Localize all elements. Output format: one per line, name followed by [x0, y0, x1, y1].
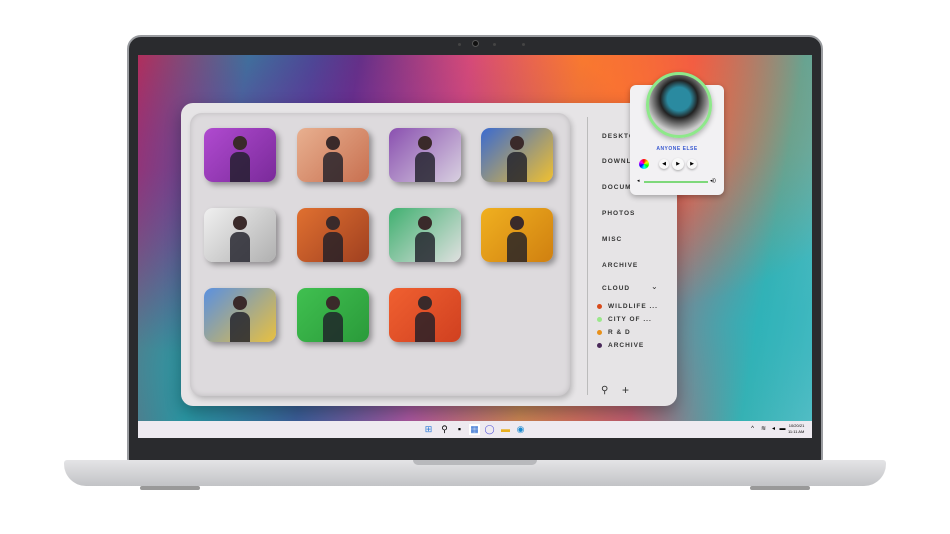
person-head: [325, 216, 340, 231]
photo-thumbnail[interactable]: [389, 128, 461, 182]
chevron-up-icon[interactable]: ^: [747, 424, 758, 435]
webcam: [472, 40, 479, 47]
person-head: [417, 296, 432, 311]
person-body: [229, 232, 250, 262]
start-icon[interactable]: ⊞: [423, 424, 434, 435]
cloud-folder-label: WILDLIFE ...: [608, 303, 658, 310]
sensor-dot: [493, 43, 496, 46]
screen: DESKTOP DOWNLOADS DOCUMENTS PHOTOS MISC …: [138, 55, 812, 438]
person-head: [232, 136, 247, 151]
photo-thumbnail[interactable]: [297, 208, 369, 262]
person-head: [417, 136, 432, 151]
person-body: [322, 232, 343, 262]
taskbar: ⊞ ⚲ ▪ ▦ ◯ ▬ ◉ ^ ≋ ◂ ▬ 10/20/21 11:11 AM: [138, 421, 812, 438]
person-head: [325, 296, 340, 311]
edge-icon[interactable]: ◉: [515, 424, 526, 435]
person-body: [506, 152, 527, 182]
add-icon[interactable]: +: [622, 383, 629, 397]
color-dot-icon: [597, 304, 602, 309]
sidebar-item-desktop[interactable]: DESKTOP: [602, 133, 632, 140]
time-text: 11:11 AM: [788, 429, 805, 434]
person-head: [509, 216, 524, 231]
sensor-dot: [522, 43, 525, 46]
color-wheel-icon[interactable]: [639, 159, 649, 169]
next-button[interactable]: ▶: [687, 159, 697, 169]
file-explorer-window: DESKTOP DOWNLOADS DOCUMENTS PHOTOS MISC …: [181, 103, 677, 406]
photo-grid: [190, 113, 570, 396]
photo-thumbnail[interactable]: [297, 128, 369, 182]
color-dot-icon: [597, 343, 602, 348]
folder-icon[interactable]: ▬: [500, 424, 511, 435]
sidebar-item-photos[interactable]: PHOTOS: [602, 210, 635, 217]
cloud-folder-item[interactable]: ARCHIVE: [597, 342, 644, 349]
foot: [750, 486, 810, 490]
task-view-icon[interactable]: ▪: [454, 424, 465, 435]
cloud-folder-item[interactable]: CITY OF ...: [597, 316, 652, 323]
person-body: [506, 232, 527, 262]
cloud-folder-label: R & D: [608, 329, 631, 336]
person-body: [414, 152, 435, 182]
person-body: [322, 152, 343, 182]
battery-icon[interactable]: ▬: [777, 424, 788, 435]
photo-thumbnail[interactable]: [204, 128, 276, 182]
cloud-folder-label: ARCHIVE: [608, 342, 645, 349]
cloud-folder-item[interactable]: R & D: [597, 329, 631, 336]
photo-thumbnail[interactable]: [204, 288, 276, 342]
search-icon[interactable]: ⚲: [601, 385, 608, 396]
sidebar-item-cloud[interactable]: CLOUD: [602, 285, 630, 292]
volume-low-icon: ◂: [637, 178, 640, 184]
person-body: [414, 232, 435, 262]
sidebar-item-downloads[interactable]: DOWNLOADS: [602, 158, 632, 165]
color-dot-icon: [597, 317, 602, 322]
person-head: [232, 296, 247, 311]
person-body: [229, 152, 250, 182]
cloud-folder-label: CITY OF ...: [608, 316, 652, 323]
person-head: [232, 216, 247, 231]
person-head: [325, 136, 340, 151]
previous-button[interactable]: ◀: [659, 159, 669, 169]
sidebar-item-documents[interactable]: DOCUMENTS: [602, 184, 632, 191]
sidebar-item-archive[interactable]: ARCHIVE: [602, 262, 638, 269]
chevron-down-icon[interactable]: ⌄: [651, 282, 658, 291]
photo-thumbnail[interactable]: [481, 128, 553, 182]
photo-thumbnail[interactable]: [204, 208, 276, 262]
sensor-dot: [458, 43, 461, 46]
play-button[interactable]: ▶: [672, 158, 684, 170]
clock[interactable]: 10/20/21 11:11 AM: [788, 423, 804, 435]
person-body: [322, 312, 343, 342]
person-head: [509, 136, 524, 151]
photo-thumbnail[interactable]: [389, 288, 461, 342]
person-body: [229, 312, 250, 342]
song-title: ANYONE ELSE: [656, 146, 698, 152]
album-art: [646, 72, 712, 138]
divider: [587, 117, 588, 395]
search-icon[interactable]: ⚲: [439, 424, 450, 435]
color-dot-icon: [597, 330, 602, 335]
photo-thumbnail[interactable]: [297, 288, 369, 342]
progress-slider[interactable]: [644, 181, 708, 183]
sidebar-item-misc[interactable]: MISC: [602, 236, 622, 243]
photo-thumbnail[interactable]: [481, 208, 553, 262]
foot: [140, 486, 200, 490]
volume-high-icon: ◂)): [710, 178, 716, 184]
photo-thumbnail[interactable]: [389, 208, 461, 262]
cloud-folder-item[interactable]: WILDLIFE ...: [597, 303, 658, 310]
widgets-icon[interactable]: ▦: [469, 424, 480, 435]
lid-notch: [413, 460, 537, 465]
person-head: [417, 216, 432, 231]
person-body: [414, 312, 435, 342]
chat-icon[interactable]: ◯: [484, 424, 495, 435]
